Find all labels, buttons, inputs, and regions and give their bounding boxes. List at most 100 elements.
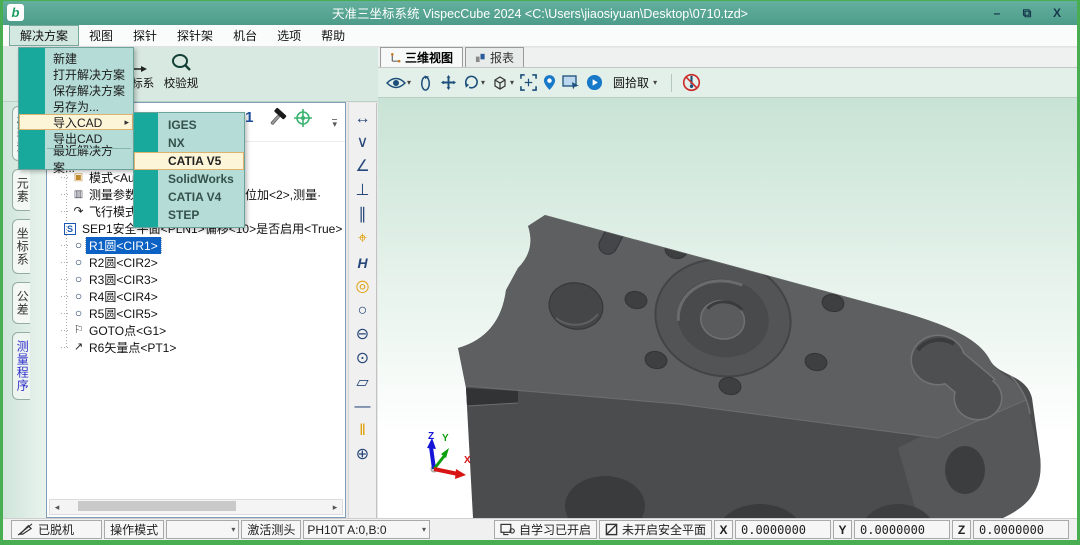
window-title: 天准三坐标系统 VispecCube 2024 <C:\Users\jiaosi… [0,3,1080,22]
3d-viewport[interactable]: Z Y X [378,98,1077,518]
pan-icon [440,74,457,91]
chevron-down-icon: ▾ [653,78,657,87]
circle-feature-icon: ○ [71,272,86,287]
menubar-item[interactable]: 选项 [267,25,311,46]
submenu-item[interactable]: IGES [134,116,244,134]
tolerance-button[interactable]: ⊖ [351,323,375,347]
menu-item[interactable]: 新建 [19,50,133,66]
tree-item[interactable]: ○ R5圆<CIR5> [53,305,343,322]
menu-item[interactable]: 导入CAD ▸ [19,114,133,130]
menu-item[interactable]: 打开解决方案 [19,66,133,82]
true-position-icon: ⊕ [356,447,369,463]
menubar-item[interactable]: 解决方案 [9,25,79,46]
side-tab[interactable]: 元素 [12,169,30,211]
side-tab[interactable]: 测量程序 [12,332,30,400]
pan-button[interactable] [440,74,457,91]
menu-item[interactable]: 另存为... [19,98,133,114]
goto-point-icon: ⚐ [71,323,86,338]
tree-item[interactable]: ○ R1圆<CIR1> [53,237,343,254]
chevron-down-icon: ▾ [407,78,411,87]
orbit-button[interactable] [417,74,434,92]
alignment-target-icon[interactable] [293,108,313,128]
tree-item[interactable]: ⚐ GOTO点<G1> [53,322,343,339]
close-button[interactable]: X [1046,5,1068,21]
tolerance-button[interactable]: ⊙ [351,347,375,371]
safety-plane-status: 未开启安全平面 [599,520,712,539]
self-learn-icon [500,523,515,536]
tree-item[interactable]: ○ R4圆<CIR4> [53,288,343,305]
minimize-button[interactable]: – [986,5,1008,21]
menubar-item[interactable]: 探针架 [167,25,223,46]
tolerance-button[interactable]: ∥ [351,203,375,227]
side-tab[interactable]: 公差 [12,282,30,324]
menubar-item[interactable]: 视图 [79,25,123,46]
tolerance-button[interactable]: ‖ [351,419,375,443]
submenu-item[interactable]: SolidWorks [134,170,244,188]
tolerance-button[interactable]: ○ [351,299,375,323]
gauge-check-button[interactable]: 校验规 [159,53,203,91]
submenu-item[interactable]: STEP [134,206,244,224]
menubar-item[interactable]: 探针 [123,25,167,46]
eye-button[interactable]: ▾ [386,76,411,90]
fit-view-button[interactable] [520,74,537,91]
tolerance-button[interactable]: ⊕ [351,443,375,467]
probe-off-icon [682,73,701,92]
menubar-item[interactable]: 机台 [223,25,267,46]
cube-icon [491,74,509,92]
active-probe-select[interactable]: PH10T A:0,B:0 ▾ [303,520,430,539]
circle-feature-icon: ○ [71,238,86,253]
probe-off-button[interactable] [682,73,701,92]
tab-3d-view[interactable]: 三维视图 [380,47,463,67]
hammer-icon[interactable] [266,107,288,129]
submenu-item[interactable]: CATIA V5 [134,152,244,170]
coordinate-value: 0.0000000 [973,520,1069,539]
tolerance-button[interactable]: ⌖ [351,227,375,251]
chevron-down-icon: ▾ [481,78,485,87]
side-tab[interactable]: 坐标系 [12,219,30,274]
operation-mode-label: 操作模式 [104,520,164,539]
menubar-item[interactable]: 帮助 [311,25,355,46]
tolerance-button[interactable]: — [351,395,375,419]
tolerance-button[interactable]: ∨ [351,131,375,155]
scrollbar-thumb[interactable] [78,501,236,511]
tree-item[interactable]: ○ R3圆<CIR3> [53,271,343,288]
tolerance-button[interactable]: H [351,251,375,275]
title-bar: b 天准三坐标系统 VispecCube 2024 <C:\Users\jiao… [0,0,1080,25]
cad-part-model [378,98,1077,518]
tolerance-button[interactable]: ▱ [351,371,375,395]
tolerance-button[interactable]: ◎ [351,275,375,299]
axis-badge: Z [952,520,971,539]
tolerance-toolbar: ↔ ∨ ∠ ⊥ ∥ ⌖ H ◎ ○ ⊖ ⊙ ▱ — ‖ ⊕ [348,103,377,518]
tree-horizontal-scrollbar[interactable]: ◂ ▸ [49,499,343,515]
tolerance-button[interactable]: ⊥ [351,179,375,203]
tolerance-button[interactable]: ∠ [351,155,375,179]
menu-bar: 解决方案 视图 探针 探针架 机台 选项 帮助 [3,25,1077,47]
tab-report[interactable]: 报表 [465,47,524,67]
angle-between-icon: ∠ [355,159,369,175]
submenu-item[interactable]: NX [134,134,244,152]
select-window-button[interactable] [562,75,580,90]
radius-icon: ⊙ [356,351,369,367]
y-axis-label: Y [442,433,449,444]
view-cube-button[interactable]: ▾ [491,74,514,92]
solution-menu: 新建 打开解决方案 保存解决方案 另存为... 导入CAD ▸ 导出CAD 最近… [18,47,134,170]
chevron-down-icon: ▾ [510,78,514,87]
locate-button[interactable] [543,74,556,91]
fly-mode-icon: ↷ [71,204,86,219]
tree-item[interactable]: ↗ R6矢量点<PT1> [53,339,343,356]
self-learn-toggle[interactable]: 自学习已开启 [494,520,597,539]
orbit-icon [417,74,434,92]
menu-item[interactable]: 保存解决方案 [19,82,133,98]
restore-button[interactable]: ⧉ [1016,5,1038,21]
tolerance-button[interactable]: ↔ [351,107,375,131]
toolbar-overflow-icon[interactable]: ▾ [332,119,337,128]
scroll-left-icon[interactable]: ◂ [50,502,64,513]
circle-pick-dropdown[interactable]: 圆拾取 ▾ [609,72,661,93]
rotate-view-button[interactable]: ▾ [463,74,485,91]
operation-mode-select[interactable]: ▾ [166,520,239,539]
tree-item[interactable]: ○ R2圆<CIR2> [53,254,343,271]
play-button[interactable] [586,74,603,91]
menu-item[interactable]: 最近解决方案... [19,151,133,167]
submenu-item[interactable]: CATIA V4 [134,188,244,206]
scroll-right-icon[interactable]: ▸ [328,502,342,513]
